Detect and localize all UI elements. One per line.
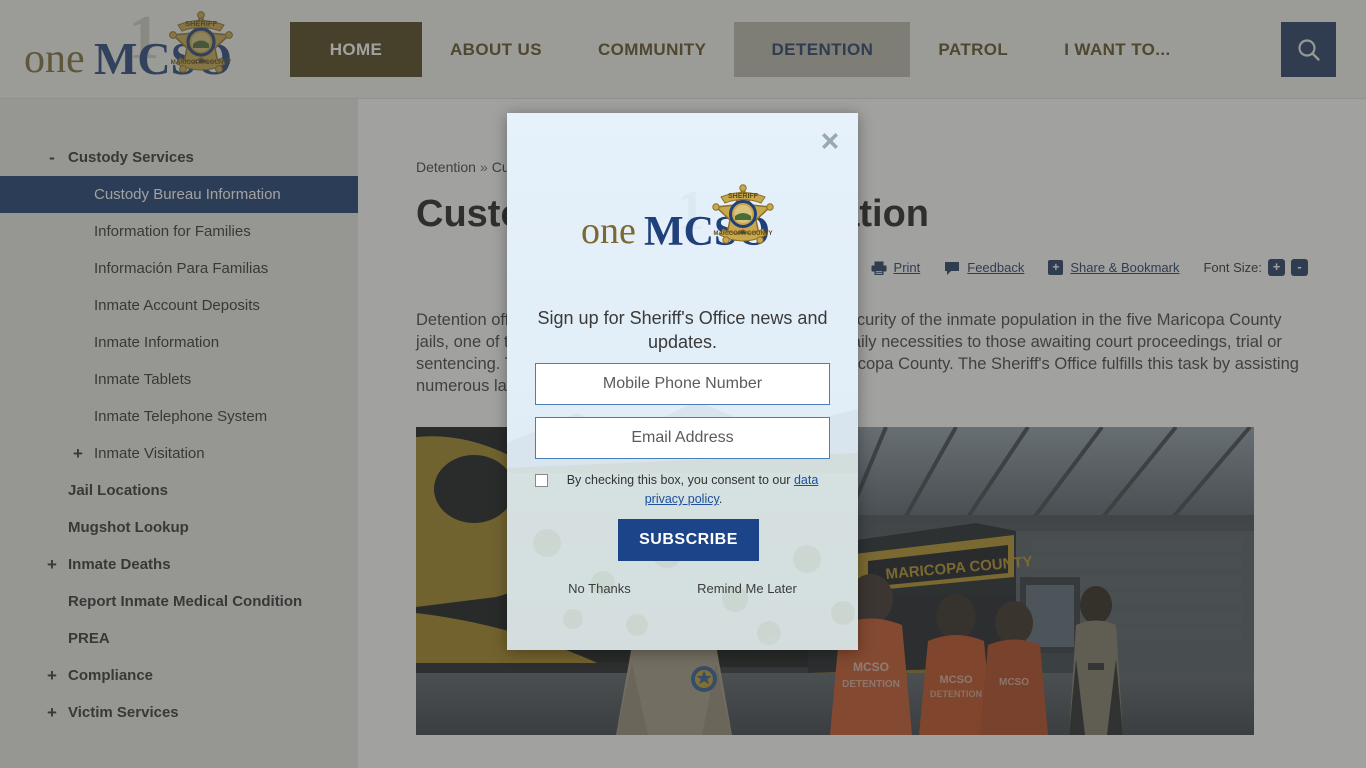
svg-text:MARICOPA COUNTY: MARICOPA COUNTY [713, 231, 772, 237]
subscribe-button[interactable]: SUBSCRIBE [618, 519, 759, 561]
newsletter-signup-modal: 1 one MCSO SHERIFF MARICOPA COUNTY Sign … [507, 113, 858, 650]
consent-checkbox[interactable] [535, 474, 548, 487]
no-thanks-link[interactable]: No Thanks [568, 581, 631, 596]
consent-row: By checking this box, you consent to our… [535, 471, 832, 509]
close-icon [822, 133, 838, 149]
svg-text:SHERIFF: SHERIFF [728, 193, 759, 200]
svg-text:one: one [581, 210, 636, 252]
consent-text-suffix: . [718, 492, 723, 506]
modal-headline: Sign up for Sheriff's Office news and up… [537, 308, 828, 352]
remind-me-later-link[interactable]: Remind Me Later [697, 581, 797, 596]
consent-text-prefix: By checking this box, you consent to our [566, 473, 794, 487]
email-address-input[interactable] [535, 417, 830, 459]
modal-close-button[interactable] [814, 125, 846, 157]
onemcso-logo-icon: 1 one MCSO SHERIFF MARICOPA COUNTY [581, 181, 774, 255]
mobile-phone-input[interactable] [535, 363, 830, 405]
modal-logo: 1 one MCSO SHERIFF MARICOPA COUNTY [507, 181, 858, 273]
modal-content: 1 one MCSO SHERIFF MARICOPA COUNTY Sign … [507, 113, 858, 650]
modal-secondary-links: No Thanks Remind Me Later [535, 581, 830, 596]
